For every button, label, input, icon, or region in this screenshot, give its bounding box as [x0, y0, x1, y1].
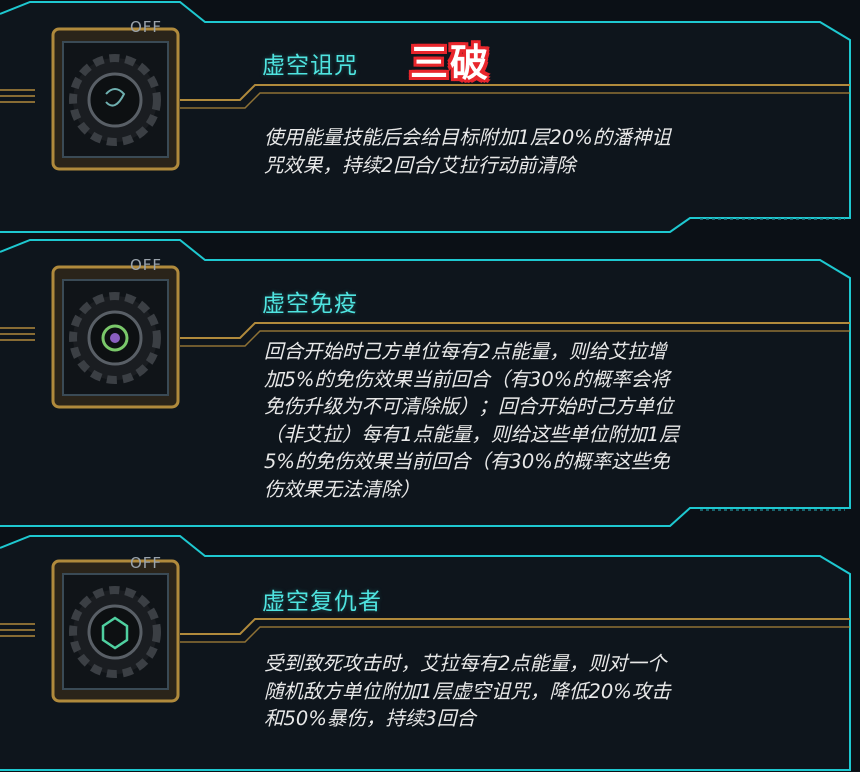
skill-title: 虚空免疫: [262, 291, 358, 317]
gear-skill-icon[interactable]: [48, 262, 183, 416]
skill-description: 受到致死攻击时，艾拉每有2点能量，则对一个 随机敌方单位附加1层虚空诅咒，降低2…: [264, 652, 671, 730]
toggle-off-label[interactable]: OFF: [130, 256, 162, 274]
skill-description: 使用能量技能后会给目标附加1层20%的潘神诅 咒效果，持续2回合/艾拉行动前清除: [264, 126, 671, 177]
skill-title: 虚空复仇者: [262, 589, 382, 615]
skill-title: 虚空诅咒: [262, 53, 358, 79]
skill-card-curse: OFF 虚空诅咒 三破 使用能量技能后会给目标附加1层20%的潘神诅 咒效果，持…: [0, 0, 860, 238]
toggle-off-label[interactable]: OFF: [130, 554, 162, 572]
gear-skill-icon[interactable]: [48, 24, 183, 178]
skill-card-avenger: OFF 虚空复仇者 受到致死攻击时，艾拉每有2点能量，则对一个 随机敌方单位附加…: [0, 534, 860, 772]
toggle-off-label[interactable]: OFF: [130, 18, 162, 36]
breakthrough-badge: 三破: [410, 41, 491, 85]
skill-description: 回合开始时己方单位每有2点能量，则给艾拉增 加5%的免伤效果当前回合（有30%的…: [264, 340, 679, 501]
gear-skill-icon[interactable]: [48, 556, 183, 710]
skill-card-immunity: OFF 虚空免疫 回合开始时己方单位每有2点能量，则给艾拉增 加5%的免伤效果当…: [0, 238, 860, 530]
